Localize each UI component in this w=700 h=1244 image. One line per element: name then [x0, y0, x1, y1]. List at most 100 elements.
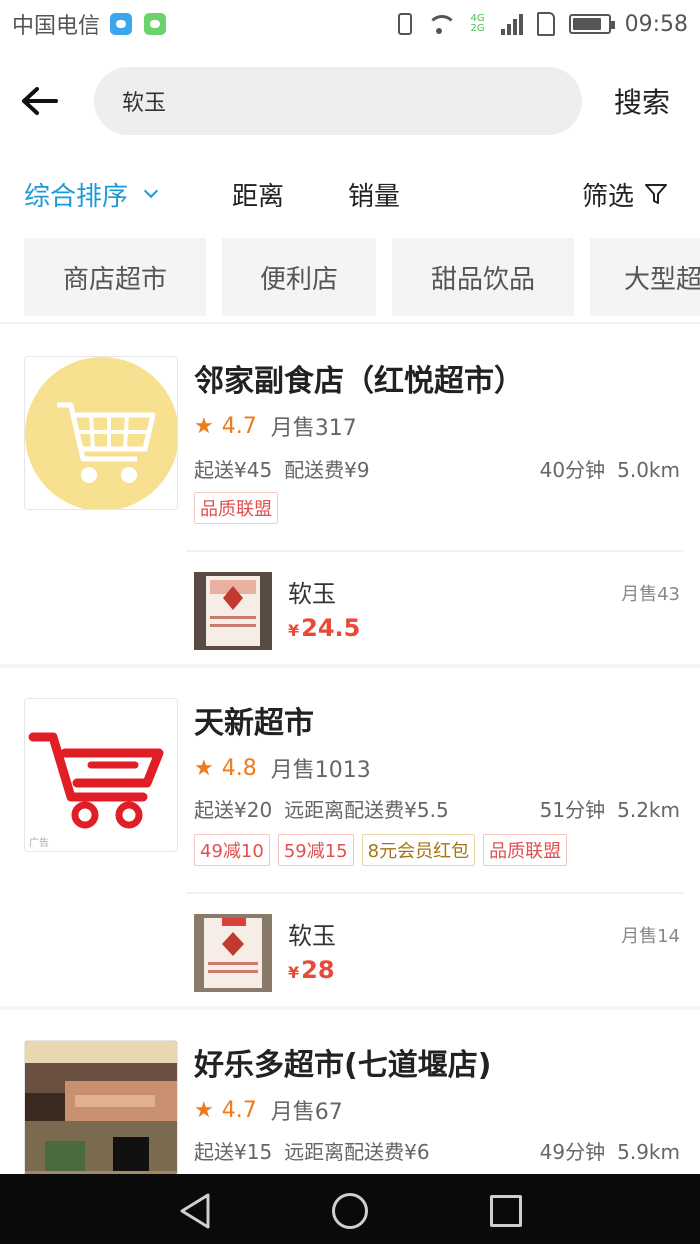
delivery-time: 51分钟: [539, 798, 606, 822]
funnel-icon: [645, 184, 668, 204]
store-photo-icon: [25, 1041, 177, 1174]
store-name: 好乐多超市(七道堰店): [194, 1048, 492, 1083]
cigarette-pack-icon: [194, 914, 272, 992]
store-logo: 广告: [24, 698, 178, 852]
nav-home-button[interactable]: [330, 1191, 370, 1231]
system-nav-bar: [0, 1174, 700, 1244]
network-2g-label: 2G: [470, 23, 485, 34]
arrow-left-icon: [22, 87, 58, 115]
sort-distance[interactable]: 距离: [232, 164, 284, 224]
distance: 5.9km: [617, 1140, 680, 1164]
product-name: 软玉: [288, 922, 336, 950]
sort-bar: 综合排序 距离 销量 筛选: [0, 164, 700, 224]
triangle-back-icon: [180, 1193, 210, 1229]
currency-symbol: ¥: [288, 621, 300, 640]
price-value: 28: [301, 956, 335, 984]
wechat-app-icon: [144, 13, 167, 35]
square-recent-icon: [490, 1195, 522, 1227]
filter-label: 筛选: [582, 181, 635, 212]
tag: 品质联盟: [194, 492, 278, 524]
store-card[interactable]: 好乐多超市(七道堰店) ★ 4.7 月售67 起送¥15 远距离配送费¥6 49分…: [0, 1010, 700, 1174]
rating-value: 4.7: [221, 1097, 257, 1123]
sort-sales[interactable]: 销量: [348, 164, 400, 224]
delivery-time: 40分钟: [539, 458, 606, 482]
monthly-sales: 月售317: [270, 416, 357, 441]
nav-back-button[interactable]: [174, 1191, 214, 1231]
min-order: 起送¥20: [194, 798, 273, 822]
chevron-down-icon: [143, 183, 159, 199]
rating-value: 4.8: [221, 755, 257, 781]
chip-category[interactable]: 甜品饮品: [392, 238, 574, 316]
store-tags: 49减10 59减15 8元会员红包 品质联盟: [194, 834, 568, 866]
ad-label: 广告: [29, 838, 49, 849]
star-icon: ★: [194, 1097, 214, 1123]
store-logo: [24, 356, 178, 510]
carrier-name: 中国电信: [12, 14, 101, 39]
distance: 5.2km: [617, 798, 680, 822]
tag: 59减15: [277, 834, 354, 866]
search-input[interactable]: 软玉: [94, 67, 582, 135]
tag: 49减10: [194, 834, 270, 866]
delivery-fee: 远距离配送费¥6: [284, 1140, 430, 1164]
min-order: 起送¥15: [194, 1140, 273, 1164]
rating-value: 4.7: [221, 413, 257, 439]
star-icon: ★: [194, 755, 214, 781]
distance: 5.0km: [617, 458, 680, 482]
clock: 09:58: [624, 11, 688, 37]
vibrate-icon: [398, 13, 413, 35]
product-price: ¥24.5: [288, 614, 360, 642]
store-rating: ★ 4.7 月售317: [194, 410, 357, 442]
delivery-info: 51分钟 5.2km: [540, 794, 680, 823]
product-row[interactable]: 软玉 ¥24.5 月售43: [0, 570, 700, 650]
store-rating: ★ 4.8 月售1013: [194, 752, 371, 784]
store-fees: 起送¥15 远距离配送费¥6: [194, 1136, 430, 1165]
delivery-time: 49分钟: [539, 1140, 606, 1164]
store-tags: 品质联盟: [194, 492, 278, 524]
product-row[interactable]: 软玉 ¥28 月售14: [0, 912, 700, 992]
battery-fill: [572, 18, 602, 30]
search-header: 软玉 搜索: [0, 64, 700, 138]
delivery-info: 49分钟 5.9km: [540, 1136, 680, 1165]
delivery-info: 40分钟 5.0km: [540, 454, 680, 483]
filter-button[interactable]: 筛选: [582, 164, 668, 224]
search-button[interactable]: 搜索: [614, 64, 670, 138]
tag: 品质联盟: [483, 834, 568, 866]
product-name: 软玉: [288, 580, 336, 608]
product-image: [194, 572, 272, 650]
nav-recent-button[interactable]: [486, 1191, 526, 1231]
category-chips: 商店超市 便利店 甜品饮品 大型超: [0, 238, 700, 316]
store-fees: 起送¥20 远距离配送费¥5.5: [194, 794, 449, 823]
store-rating: ★ 4.7 月售67: [194, 1094, 343, 1126]
search-input-value: 软玉: [122, 91, 167, 116]
network-type: 4G 2G: [470, 14, 484, 34]
store-name: 邻家副食店（红悦超市）: [194, 364, 524, 399]
store-card[interactable]: 邻家副食店（红悦超市） ★ 4.7 月售317 起送¥45 配送费¥9 40分钟 5…: [0, 324, 700, 666]
chip-category[interactable]: 便利店: [222, 238, 376, 316]
shopping-cart-icon: [25, 357, 177, 509]
shopping-cart-icon: [28, 732, 164, 829]
product-price: ¥28: [288, 956, 335, 984]
message-app-icon: [110, 13, 133, 35]
signal-icon: [500, 13, 523, 35]
chip-category[interactable]: 商店超市: [24, 238, 206, 316]
product-sales: 月售43: [621, 584, 680, 605]
cigarette-pack-icon: [194, 572, 272, 650]
back-button[interactable]: [0, 64, 80, 138]
store-card[interactable]: 广告 天新超市 ★ 4.8 月售1013 起送¥20 远距离配送费¥5.5 51分…: [0, 668, 700, 1008]
sort-comprehensive-label: 综合排序: [24, 181, 129, 212]
status-bar: 中国电信 4G 2G 09:58: [0, 0, 700, 48]
monthly-sales: 月售67: [270, 1100, 343, 1125]
price-value: 24.5: [301, 614, 361, 642]
sort-comprehensive[interactable]: 综合排序: [24, 164, 159, 224]
delivery-fee: 远距离配送费¥5.5: [284, 798, 449, 822]
store-fees: 起送¥45 配送费¥9: [194, 454, 370, 483]
product-image: [194, 914, 272, 992]
divider: [186, 550, 684, 552]
product-sales: 月售14: [621, 926, 680, 947]
circle-home-icon: [332, 1193, 368, 1229]
star-icon: ★: [194, 413, 214, 439]
chip-category[interactable]: 大型超: [590, 238, 700, 316]
store-name: 天新超市: [194, 706, 314, 741]
battery-icon: [568, 14, 615, 34]
tag: 8元会员红包: [361, 834, 476, 866]
